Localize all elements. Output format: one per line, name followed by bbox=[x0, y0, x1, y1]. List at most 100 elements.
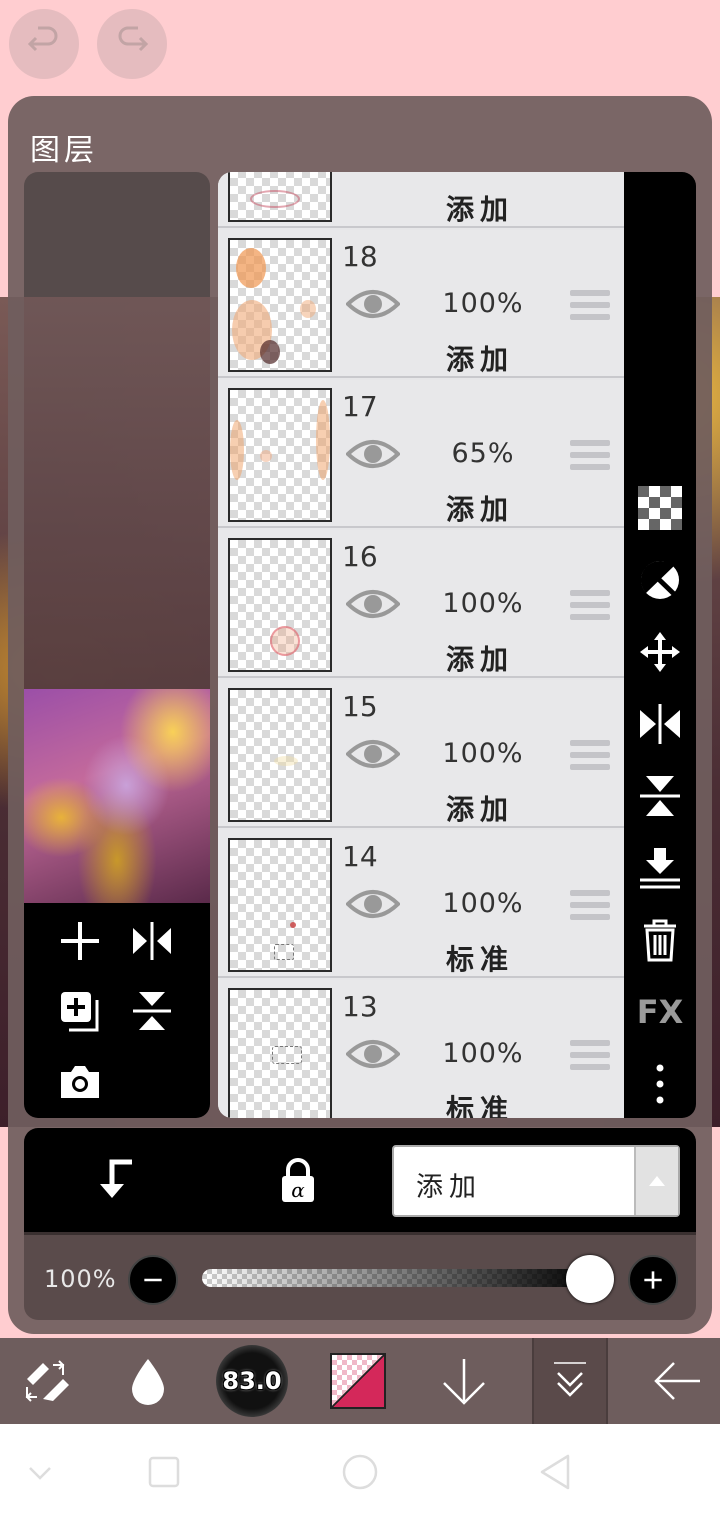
back-button[interactable] bbox=[642, 1338, 710, 1424]
add-layer-button[interactable] bbox=[52, 913, 108, 969]
opacity-increase-button[interactable] bbox=[628, 1255, 678, 1305]
duplicate-layer-button[interactable] bbox=[52, 983, 108, 1039]
svg-text:α: α bbox=[291, 1178, 305, 1202]
blend-mode-value: 添加 bbox=[416, 1172, 482, 1203]
drag-handle-icon[interactable] bbox=[570, 890, 610, 920]
layer-opacity: 100% bbox=[442, 588, 524, 619]
layer-controls-bar: α 添加 bbox=[24, 1128, 696, 1232]
delete-layer-button[interactable] bbox=[636, 916, 684, 964]
layer-opacity: 100% bbox=[442, 288, 524, 319]
camera-button[interactable] bbox=[52, 1053, 108, 1109]
undo-button[interactable] bbox=[9, 9, 79, 79]
opacity-label: 100% bbox=[44, 1265, 117, 1293]
tool-switch-button[interactable] bbox=[10, 1338, 80, 1424]
layer-tools-strip: FX bbox=[624, 172, 696, 1118]
layer-number: 15 bbox=[342, 690, 378, 723]
opacity-slider[interactable] bbox=[202, 1269, 594, 1287]
move-layer-button[interactable] bbox=[636, 628, 684, 676]
water-drop-icon bbox=[132, 1359, 164, 1405]
panel-title: 图层 bbox=[30, 133, 98, 168]
visibility-eye-icon[interactable] bbox=[346, 434, 400, 474]
layers-button[interactable] bbox=[532, 1338, 608, 1424]
alpha-lock-icon: α bbox=[282, 1158, 314, 1202]
flip-vertical-icon bbox=[133, 992, 171, 1030]
layer-row[interactable]: 15 100% 添加 bbox=[218, 680, 624, 828]
clipping-button[interactable] bbox=[636, 556, 684, 604]
brush-button[interactable] bbox=[116, 1338, 180, 1424]
blend-mode-select[interactable]: 添加 bbox=[392, 1145, 680, 1217]
redo-button[interactable] bbox=[97, 9, 167, 79]
layer-down-button[interactable] bbox=[432, 1338, 496, 1424]
layer-blend-mode: 添加 bbox=[445, 193, 514, 226]
square-icon bbox=[148, 1456, 180, 1488]
visibility-eye-icon[interactable] bbox=[346, 1034, 400, 1074]
drag-handle-icon[interactable] bbox=[570, 290, 610, 320]
opacity-slider-knob[interactable] bbox=[566, 1255, 614, 1303]
layer-list[interactable]: 添加 18 100% 添加 17 65% 添加 16 100% 添加 15 10… bbox=[218, 172, 624, 1118]
triangle-back-icon bbox=[540, 1454, 570, 1490]
layer-row[interactable]: 14 100% 标准 bbox=[218, 830, 624, 978]
layer-opacity: 100% bbox=[442, 738, 524, 769]
layer-blend-mode: 添加 bbox=[445, 493, 514, 526]
alpha-lock-button[interactable]: α bbox=[270, 1152, 326, 1208]
flip-vertical-button[interactable] bbox=[636, 772, 684, 820]
duplicate-layer-icon bbox=[61, 992, 99, 1032]
drag-handle-icon[interactable] bbox=[570, 440, 610, 470]
opacity-decrease-button[interactable] bbox=[128, 1255, 178, 1305]
layer-number: 18 bbox=[342, 240, 378, 273]
layer-thumbnail bbox=[228, 688, 332, 822]
flip-layer-vertical-button[interactable] bbox=[124, 983, 180, 1039]
visibility-eye-icon[interactable] bbox=[346, 284, 400, 324]
system-nav-bar bbox=[0, 1424, 720, 1520]
transparency-button[interactable] bbox=[636, 484, 684, 532]
contrast-icon bbox=[640, 560, 679, 599]
left-toolbox bbox=[24, 903, 210, 1118]
checkerboard-icon bbox=[638, 486, 682, 530]
visibility-eye-icon[interactable] bbox=[346, 584, 400, 624]
color-button[interactable] bbox=[328, 1338, 388, 1424]
layer-row[interactable]: 添加 bbox=[218, 172, 624, 228]
drag-handle-icon[interactable] bbox=[570, 1040, 610, 1070]
redo-icon bbox=[118, 26, 149, 52]
nav-recents-button[interactable] bbox=[144, 1452, 184, 1492]
opacity-control: 100% bbox=[24, 1232, 696, 1320]
drag-handle-icon[interactable] bbox=[570, 590, 610, 620]
layer-row[interactable]: 18 100% 添加 bbox=[218, 230, 624, 378]
brush-size-button[interactable]: 83.0 bbox=[214, 1338, 290, 1424]
visibility-eye-icon[interactable] bbox=[346, 884, 400, 924]
arrow-down-icon bbox=[443, 1359, 485, 1405]
brush-eraser-icon bbox=[25, 1360, 69, 1402]
canvas-thumbnail[interactable] bbox=[24, 689, 210, 903]
bottom-toolbar: 83.0 bbox=[0, 1338, 720, 1424]
flip-horizontal-button[interactable] bbox=[636, 700, 684, 748]
chevron-down-icon bbox=[29, 1467, 51, 1480]
layer-blend-mode: 添加 bbox=[445, 343, 514, 376]
visibility-eye-icon[interactable] bbox=[346, 734, 400, 774]
dropdown-arrow-icon[interactable] bbox=[634, 1147, 678, 1215]
nav-back-button[interactable] bbox=[536, 1452, 576, 1492]
more-options-button[interactable] bbox=[636, 1060, 684, 1108]
layer-row[interactable]: 13 100% 标准 bbox=[218, 980, 624, 1118]
layer-number: 16 bbox=[342, 540, 378, 573]
clipping-mask-button[interactable] bbox=[88, 1152, 144, 1208]
flip-horizontal-icon bbox=[640, 704, 680, 744]
drag-handle-icon[interactable] bbox=[570, 740, 610, 770]
layer-thumbnail bbox=[228, 388, 332, 522]
layer-thumbnail bbox=[228, 988, 332, 1118]
layer-row[interactable]: 17 65% 添加 bbox=[218, 380, 624, 528]
layer-preview-column bbox=[24, 172, 210, 1118]
plus-icon bbox=[644, 1271, 662, 1289]
layer-number: 14 bbox=[342, 840, 378, 873]
nav-home-button[interactable] bbox=[340, 1452, 380, 1492]
move-icon bbox=[640, 632, 680, 672]
arrow-left-icon bbox=[654, 1362, 700, 1400]
layer-row[interactable]: 16 100% 添加 bbox=[218, 530, 624, 678]
color-swatch-icon bbox=[330, 1353, 386, 1409]
clip-arrow-icon bbox=[100, 1159, 132, 1198]
flip-layer-horizontal-button[interactable] bbox=[124, 913, 180, 969]
nav-hide-button[interactable] bbox=[20, 1452, 60, 1492]
fx-button[interactable]: FX bbox=[636, 988, 684, 1036]
merge-down-button[interactable] bbox=[636, 844, 684, 892]
layer-number: 17 bbox=[342, 390, 378, 423]
more-icon bbox=[656, 1064, 664, 1104]
